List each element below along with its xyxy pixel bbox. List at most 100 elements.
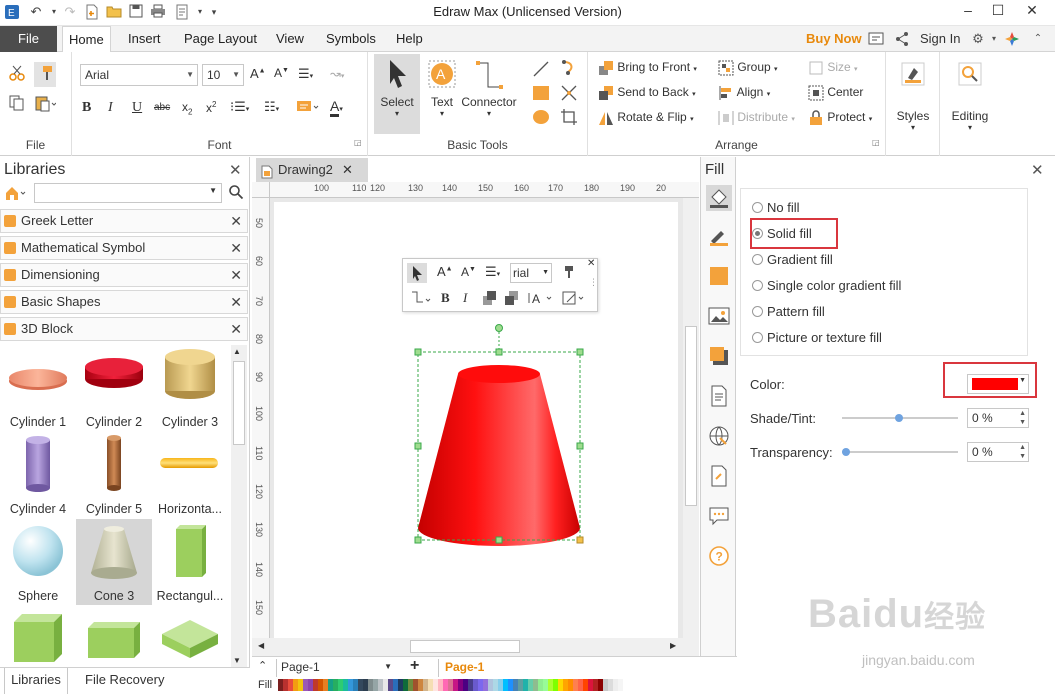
- shape-cone-3[interactable]: Cone 3: [76, 519, 152, 605]
- tab-symbols[interactable]: Symbols: [320, 26, 382, 52]
- transparency-slider[interactable]: [842, 451, 958, 453]
- float-grow-font-icon[interactable]: A▲: [437, 264, 453, 279]
- bring-to-front-button[interactable]: Bring to Front ▾: [598, 60, 697, 76]
- shape-cylinder-2[interactable]: Cylinder 2: [76, 345, 152, 431]
- color-palette[interactable]: [278, 679, 633, 691]
- close-document-icon[interactable]: ✕: [342, 158, 353, 182]
- library-category-basic-shapes[interactable]: Basic Shapes ✕: [0, 290, 248, 314]
- size-button[interactable]: Size ▾: [808, 60, 858, 76]
- float-format-painter-icon[interactable]: [559, 264, 575, 283]
- styles-button[interactable]: Styles ▾: [886, 60, 940, 132]
- library-home-icon[interactable]: [4, 185, 28, 204]
- tab-home[interactable]: Home: [62, 26, 111, 53]
- image-panel-icon[interactable]: [708, 305, 730, 327]
- shape-cube[interactable]: [0, 606, 76, 666]
- shade-tint-input[interactable]: 0 % ▲ ▼: [967, 408, 1029, 428]
- shape-cylinder-1[interactable]: Cylinder 1: [0, 345, 76, 431]
- font-name-select[interactable]: Arial ▼: [80, 64, 198, 86]
- float-bring-front-icon[interactable]: [481, 289, 499, 310]
- float-send-back-icon[interactable]: [503, 289, 521, 310]
- radio-pattern-fill[interactable]: Pattern fill: [752, 304, 825, 319]
- library-category-3d-block[interactable]: 3D Block ✕: [0, 317, 248, 341]
- cart-icon[interactable]: [868, 31, 884, 47]
- canvas-area[interactable]: 100 110 120 130 140 150 160 170 180 190 …: [252, 182, 699, 656]
- transparency-slider-knob[interactable]: [842, 448, 850, 456]
- float-shrink-font-icon[interactable]: A▼: [461, 265, 476, 279]
- library-scroll-thumb[interactable]: [233, 361, 245, 445]
- help-panel-icon[interactable]: ?: [708, 545, 730, 567]
- shape-rectangular[interactable]: Rectangul...: [152, 519, 228, 605]
- float-line-style-icon[interactable]: [561, 289, 587, 310]
- line-spacing-icon[interactable]: ↝▾: [330, 66, 344, 82]
- category-close-icon[interactable]: ✕: [230, 237, 242, 259]
- subscript-icon[interactable]: x2: [182, 100, 192, 116]
- search-icon[interactable]: [228, 184, 244, 203]
- bullet-list-icon[interactable]: ⁝☰▾: [230, 99, 249, 115]
- group-button[interactable]: Group ▾: [718, 60, 778, 76]
- transparency-input[interactable]: 0 % ▲ ▼: [967, 442, 1029, 462]
- paragraph-align-icon[interactable]: ☰▾: [298, 66, 313, 82]
- align-button[interactable]: Align ▾: [718, 85, 770, 101]
- strikethrough-icon[interactable]: abc: [154, 102, 170, 113]
- tab-page-layout[interactable]: Page Layout: [178, 26, 263, 52]
- tab-file-recovery[interactable]: File Recovery: [85, 668, 164, 692]
- shape-sphere[interactable]: Sphere: [0, 519, 76, 605]
- shade-tint-slider-knob[interactable]: [895, 414, 903, 422]
- libraries-close-icon[interactable]: ✕: [229, 161, 242, 179]
- crop-tool-icon[interactable]: [560, 108, 578, 129]
- canvas-horizontal-scrollbar[interactable]: ◀ ▶: [252, 638, 699, 656]
- send-to-back-button[interactable]: Send to Back ▾: [598, 85, 696, 101]
- collapse-status-icon[interactable]: ⌃: [258, 659, 267, 672]
- tab-libraries[interactable]: Libraries: [4, 668, 68, 694]
- category-close-icon[interactable]: ✕: [230, 318, 242, 340]
- select-tool-button[interactable]: Select ▾: [374, 54, 420, 134]
- settings-dropdown-icon[interactable]: ▾: [986, 31, 1002, 47]
- page-panel-icon[interactable]: [708, 385, 730, 407]
- comment-panel-icon[interactable]: [708, 505, 730, 527]
- collapse-ribbon-icon[interactable]: ⌃: [1030, 31, 1046, 47]
- float-text-size-icon[interactable]: A: [527, 289, 555, 310]
- library-category-mathematical-symbol[interactable]: Mathematical Symbol ✕: [0, 236, 248, 260]
- canvas-vertical-scrollbar[interactable]: ▼: [683, 198, 699, 656]
- theme-icon[interactable]: [1004, 31, 1020, 47]
- page-tab[interactable]: Page-1: [438, 659, 498, 677]
- fill-panel-close-icon[interactable]: ✕: [1031, 161, 1044, 179]
- float-italic-icon[interactable]: I: [463, 290, 467, 306]
- editing-button[interactable]: Editing ▾: [940, 60, 1000, 132]
- shape-horizontal-cylinder[interactable]: Horizonta...: [152, 432, 228, 518]
- font-size-select[interactable]: 10 ▼: [202, 64, 244, 86]
- attachment-panel-icon[interactable]: [708, 465, 730, 487]
- shrink-font-icon[interactable]: A▼: [274, 66, 289, 80]
- line-tool-icon[interactable]: [532, 60, 550, 81]
- radio-single-color-gradient-fill[interactable]: Single color gradient fill: [752, 278, 901, 293]
- minimize-icon[interactable]: –: [952, 0, 984, 22]
- tab-file[interactable]: File: [0, 26, 57, 52]
- shadow-panel-icon[interactable]: [708, 265, 730, 287]
- library-scrollbar[interactable]: ▲ ▼: [231, 345, 247, 667]
- underline-icon[interactable]: U: [132, 100, 142, 116]
- connector-tool-button[interactable]: Connector ▾: [456, 54, 522, 134]
- document-tab[interactable]: Drawing2 ✕: [256, 158, 368, 182]
- rotate-flip-button[interactable]: Rotate & Flip ▾: [598, 110, 694, 126]
- sign-in-link[interactable]: Sign In: [920, 26, 960, 52]
- shape-cylinder-3[interactable]: Cylinder 3: [152, 345, 228, 431]
- fill-panel-icon[interactable]: [706, 185, 732, 211]
- canvas-hscroll-thumb[interactable]: [410, 640, 520, 653]
- format-painter-icon[interactable]: [34, 62, 56, 87]
- float-connector-icon[interactable]: [409, 289, 431, 310]
- bold-icon[interactable]: B: [82, 100, 91, 116]
- close-window-icon[interactable]: ✕: [1016, 0, 1048, 22]
- shape-cylinder-4[interactable]: Cylinder 4: [0, 432, 76, 518]
- distribute-button[interactable]: Distribute ▾: [718, 110, 795, 126]
- center-button[interactable]: Center: [808, 85, 863, 101]
- highlight-color-icon[interactable]: [296, 99, 320, 118]
- maximize-icon[interactable]: ☐: [982, 0, 1014, 22]
- radio-picture-texture-fill[interactable]: Picture or texture fill: [752, 330, 882, 345]
- shape-block[interactable]: [76, 606, 152, 666]
- paste-icon[interactable]: [34, 94, 57, 115]
- layer-panel-icon[interactable]: [708, 345, 730, 367]
- library-category-greek-letter[interactable]: Greek Letter ✕: [0, 209, 248, 233]
- category-close-icon[interactable]: ✕: [230, 210, 242, 232]
- protect-button[interactable]: Protect ▾: [808, 110, 872, 126]
- category-close-icon[interactable]: ✕: [230, 291, 242, 313]
